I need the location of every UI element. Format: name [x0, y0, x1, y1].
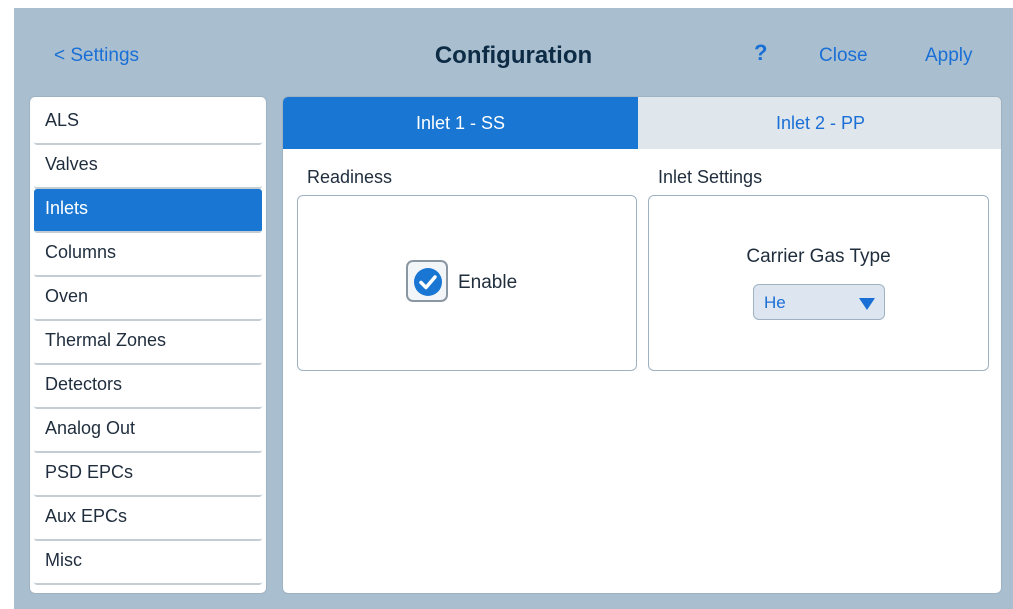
inlet-settings-panel: Carrier Gas Type He — [648, 195, 989, 371]
sidebar-item-thermal-zones[interactable]: Thermal Zones — [34, 321, 262, 365]
apply-button[interactable]: Apply — [925, 45, 973, 67]
sidebar-item-detectors[interactable]: Detectors — [34, 365, 262, 409]
sidebar-item-als[interactable]: ALS — [34, 101, 262, 145]
content-panel: Inlet 1 - SS Inlet 2 - PP Readiness Enab… — [282, 96, 1002, 594]
header-bar: < Settings Configuration ? Close Apply — [14, 8, 1013, 96]
sidebar-item-oven[interactable]: Oven — [34, 277, 262, 321]
back-to-settings-link[interactable]: < Settings — [54, 45, 139, 67]
caret-down-icon — [859, 298, 875, 310]
readiness-panel: Enable — [297, 195, 637, 371]
sidebar-item-misc[interactable]: Misc — [34, 541, 262, 585]
close-button[interactable]: Close — [819, 45, 868, 67]
tab-inlet-1[interactable]: Inlet 1 - SS — [283, 97, 638, 149]
carrier-gas-value: He — [764, 293, 786, 312]
enable-label: Enable — [458, 272, 518, 293]
sidebar-item-analog-out[interactable]: Analog Out — [34, 409, 262, 453]
help-button[interactable]: ? — [754, 40, 767, 66]
sidebar-item-valves[interactable]: Valves — [34, 145, 262, 189]
sidebar-item-aux-epcs[interactable]: Aux EPCs — [34, 497, 262, 541]
sidebar-nav: ALS Valves Inlets Columns Oven Thermal Z… — [29, 96, 267, 594]
tab-inlet-2[interactable]: Inlet 2 - PP — [638, 97, 1001, 149]
inlet-settings-heading: Inlet Settings — [658, 167, 763, 187]
enable-checkbox[interactable] — [406, 260, 448, 302]
configuration-window: < Settings Configuration ? Close Apply A… — [14, 8, 1013, 609]
inlet-tabs: Inlet 1 - SS Inlet 2 - PP — [283, 97, 1001, 149]
readiness-heading: Readiness — [307, 167, 393, 187]
sidebar-item-columns[interactable]: Columns — [34, 233, 262, 277]
sidebar-item-psd-epcs[interactable]: PSD EPCs — [34, 453, 262, 497]
sidebar-item-inlets[interactable]: Inlets — [34, 189, 262, 233]
carrier-gas-type-dropdown[interactable]: He — [753, 284, 885, 320]
carrier-gas-type-label: Carrier Gas Type — [746, 246, 891, 267]
checkmark-icon — [414, 268, 442, 296]
